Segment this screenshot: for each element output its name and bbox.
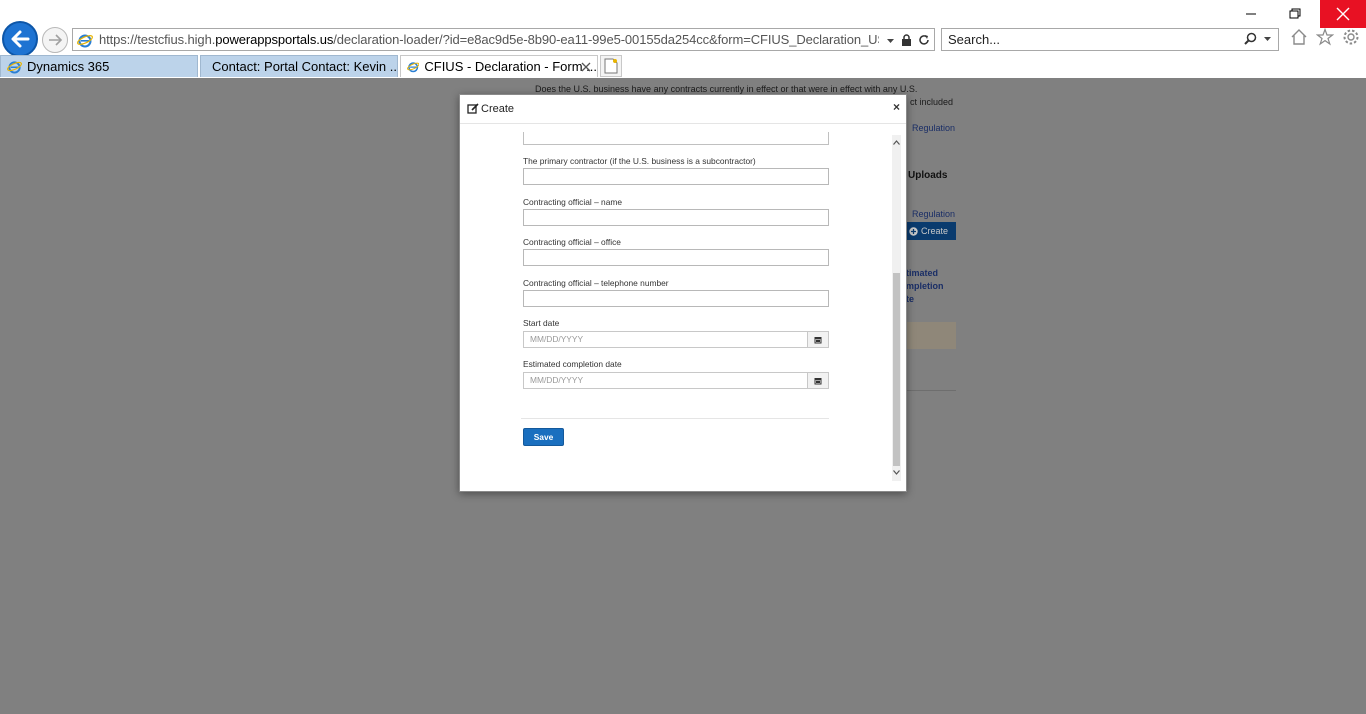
browser-chrome: https://testcfius.high.powerappsportals.… [0,0,1366,78]
tab-cfius-declaration[interactable]: CFIUS - Declaration - Form ... [400,55,598,77]
create-button[interactable]: Create [906,222,956,240]
completion-date-input[interactable]: MM/DD/YYYY [523,372,829,389]
ie-page-icon [77,34,93,47]
tab-label: Dynamics 365 [27,59,110,74]
tab-contact[interactable]: Contact: Portal Contact: Kevin ... [200,55,398,77]
scroll-thumb[interactable] [893,273,900,466]
search-dropdown-icon[interactable] [1263,34,1272,43]
regulation-link[interactable]: Regulation [912,209,955,219]
edit-icon [467,103,479,114]
calendar-icon [814,336,822,343]
divider [906,390,956,391]
form-divider [521,418,829,419]
home-icon[interactable] [1290,28,1308,46]
official-phone-input[interactable] [523,290,829,307]
lock-icon[interactable] [901,34,912,46]
official-phone-label: Contracting official – telephone number [523,278,669,288]
uploads-heading: Uploads [908,170,948,181]
settings-gear-icon[interactable] [1342,28,1360,46]
create-button-label: Create [921,226,949,236]
search-input[interactable] [948,32,1238,47]
scroll-down-button[interactable] [892,465,901,479]
save-button[interactable]: Save [523,428,564,446]
primary-contractor-input[interactable] [523,168,829,185]
chevron-up-icon [893,139,900,145]
new-tab-button[interactable] [600,55,622,77]
dropdown-icon[interactable] [886,36,895,45]
favorites-star-icon[interactable] [1316,28,1334,46]
modal-scrollbar[interactable] [892,135,901,481]
chevron-down-icon [893,469,900,475]
close-icon [1336,7,1350,21]
column-header-line1[interactable]: timated [906,268,938,278]
ie-page-icon [407,62,420,73]
search-box[interactable] [941,28,1279,51]
close-tab-icon[interactable] [581,62,591,72]
forward-arrow-icon [49,34,63,46]
start-date-label: Start date [523,318,560,328]
column-header-line3[interactable]: te [906,294,914,304]
table-empty-row [906,322,956,349]
search-icon[interactable] [1244,32,1257,45]
tab-dynamics-365[interactable]: Dynamics 365 [0,55,198,77]
completion-date-picker-button[interactable] [807,373,828,388]
back-arrow-icon [11,30,30,48]
previous-field-input[interactable] [523,132,829,145]
back-button[interactable] [2,21,38,57]
minimize-window-icon[interactable] [1240,4,1262,24]
tab-strip: Dynamics 365 Contact: Portal Contact: Ke… [0,55,1366,78]
tab-label: CFIUS - Declaration - Form ... [424,59,597,74]
regulation-link[interactable]: Regulation [912,123,955,133]
start-date-picker-button[interactable] [807,332,828,347]
completion-date-placeholder: MM/DD/YYYY [530,375,584,385]
tab-label: Contact: Portal Contact: Kevin ... [212,59,398,74]
calendar-icon [814,377,822,384]
contracts-question: Does the U.S. business have any contract… [535,84,918,94]
scroll-up-button[interactable] [892,135,901,149]
official-office-input[interactable] [523,249,829,266]
contracts-question-fragment: ct included [910,97,954,107]
new-tab-icon [604,58,618,74]
primary-contractor-label: The primary contractor (if the U.S. busi… [523,156,756,166]
official-office-label: Contracting official – office [523,237,621,247]
official-name-label: Contracting official – name [523,197,623,207]
modal-header: Create × [460,95,906,124]
start-date-placeholder: MM/DD/YYYY [530,334,584,344]
modal-close-button[interactable]: × [893,100,900,114]
restore-window-icon[interactable] [1284,4,1306,24]
official-name-input[interactable] [523,209,829,226]
refresh-icon[interactable] [918,34,930,46]
address-bar[interactable]: https://testcfius.high.powerappsportals.… [72,28,935,51]
ie-page-icon [7,61,22,74]
url-text[interactable]: https://testcfius.high.powerappsportals.… [99,32,879,47]
column-header-line2[interactable]: mpletion [906,281,944,291]
plus-circle-icon [909,226,918,236]
close-window-button[interactable] [1320,0,1366,28]
modal-body: The primary contractor (if the U.S. busi… [460,125,906,485]
create-modal: Create × The primary contractor (if the … [459,94,907,492]
modal-title: Create [481,103,515,115]
completion-date-label: Estimated completion date [523,359,622,369]
forward-button[interactable] [42,27,68,53]
start-date-input[interactable]: MM/DD/YYYY [523,331,829,348]
